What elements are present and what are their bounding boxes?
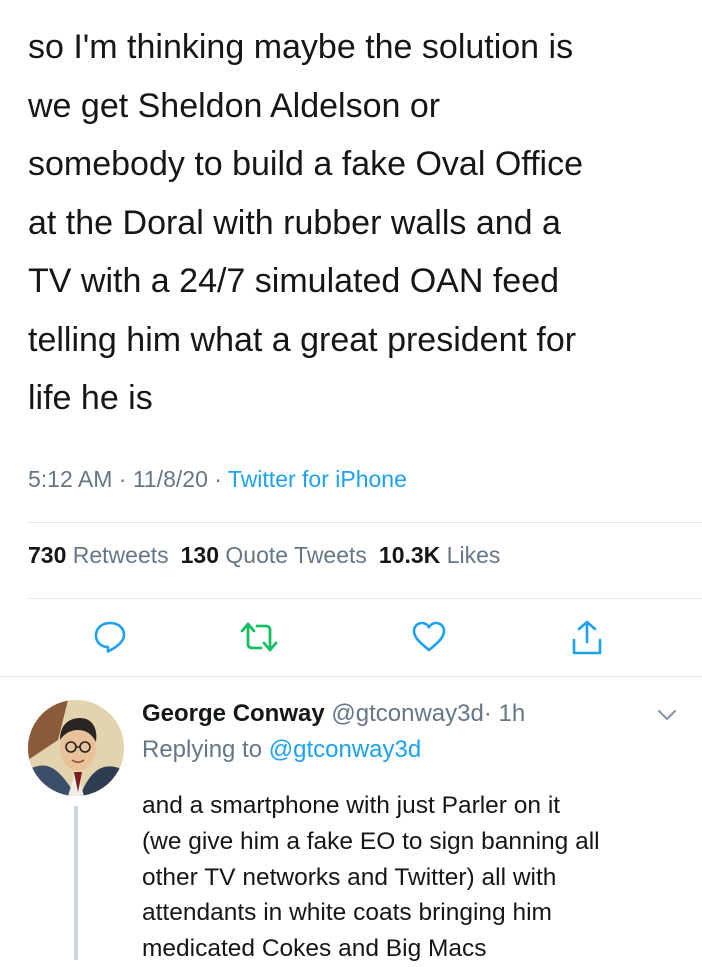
retweets-count: 730: [28, 542, 67, 568]
divider: [0, 676, 702, 677]
tweet-date[interactable]: 11/8/20: [133, 466, 208, 492]
avatar[interactable]: [28, 700, 124, 796]
tweet-text-line: at the Doral with rubber walls and a: [28, 203, 561, 242]
tweet-text: so I'm thinking maybe the solution is we…: [28, 18, 688, 428]
divider: [28, 598, 702, 599]
reply-author-name[interactable]: George Conway: [142, 700, 325, 727]
reply-icon: [94, 621, 126, 653]
tweet-actions: [0, 612, 702, 662]
reply-text-line: and a smartphone with just Parler on it: [142, 792, 561, 819]
tweet-time[interactable]: 5:12 AM: [28, 466, 112, 492]
replying-prefix: Replying to: [142, 736, 263, 763]
replying-mention[interactable]: @gtconway3d: [269, 736, 421, 763]
retweets-label: Retweets: [72, 542, 169, 568]
reply-header: George Conway @gtconway3d· 1h: [142, 700, 525, 728]
share-icon: [572, 620, 602, 655]
retweet-icon: [240, 622, 278, 652]
tweet-stats: 730 Retweets 130 Quote Tweets 10.3K Likes: [28, 542, 500, 569]
heart-icon: [412, 621, 446, 652]
quotes-count: 130: [180, 542, 220, 568]
reply-text-line: attendants in white coats bringing him: [142, 899, 552, 927]
likes-count: 10.3K: [378, 542, 441, 568]
share-button[interactable]: [562, 612, 612, 662]
reply-author-handle[interactable]: @gtconway3d: [331, 700, 483, 727]
tweet-text-line: we get Sheldon Aldelson or: [28, 86, 441, 125]
meta-separator: ·: [118, 466, 127, 492]
reply-text-line: other TV networks and Twitter) all with: [142, 863, 557, 891]
likes-label: Likes: [446, 542, 501, 568]
reply-button[interactable]: [85, 612, 135, 662]
quotes-stat[interactable]: 130 Quote Tweets: [181, 542, 367, 568]
tweet-text-line: TV with a 24/7 simulated OAN feed: [28, 262, 560, 300]
tweet-text-line: so I'm thinking maybe the solution is: [28, 28, 574, 66]
meta-separator: ·: [214, 466, 222, 492]
replying-to: Replying to @gtconway3d: [142, 736, 421, 764]
like-button[interactable]: [404, 612, 454, 662]
reply-text: and a smartphone with just Parler on it …: [142, 788, 692, 967]
chevron-down-icon: [657, 709, 677, 721]
retweet-button[interactable]: [234, 612, 284, 662]
likes-stat[interactable]: 10.3K Likes: [379, 542, 500, 568]
thread-line: [74, 806, 78, 960]
tweet-text-line: life he is: [28, 379, 153, 417]
tweet-source-link[interactable]: Twitter for iPhone: [228, 466, 407, 492]
reply-separator: ·: [483, 700, 492, 727]
tweet-meta: 5:12 AM · 11/8/20 · Twitter for iPhone: [28, 466, 407, 493]
retweets-stat[interactable]: 730 Retweets: [28, 542, 169, 568]
more-options-button[interactable]: [654, 704, 680, 726]
tweet-text-line: telling him what a great president for: [28, 320, 577, 359]
quotes-label: Quote Tweets: [225, 542, 367, 568]
reply-age[interactable]: 1h: [499, 700, 526, 727]
divider: [28, 522, 702, 523]
tweet-text-line: somebody to build a fake Oval Office: [28, 145, 584, 183]
reply-text-line: (we give him a fake EO to sign banning a…: [142, 827, 600, 855]
avatar-image: [28, 700, 124, 796]
reply-text-line: medicated Cokes and Big Macs: [142, 935, 487, 963]
